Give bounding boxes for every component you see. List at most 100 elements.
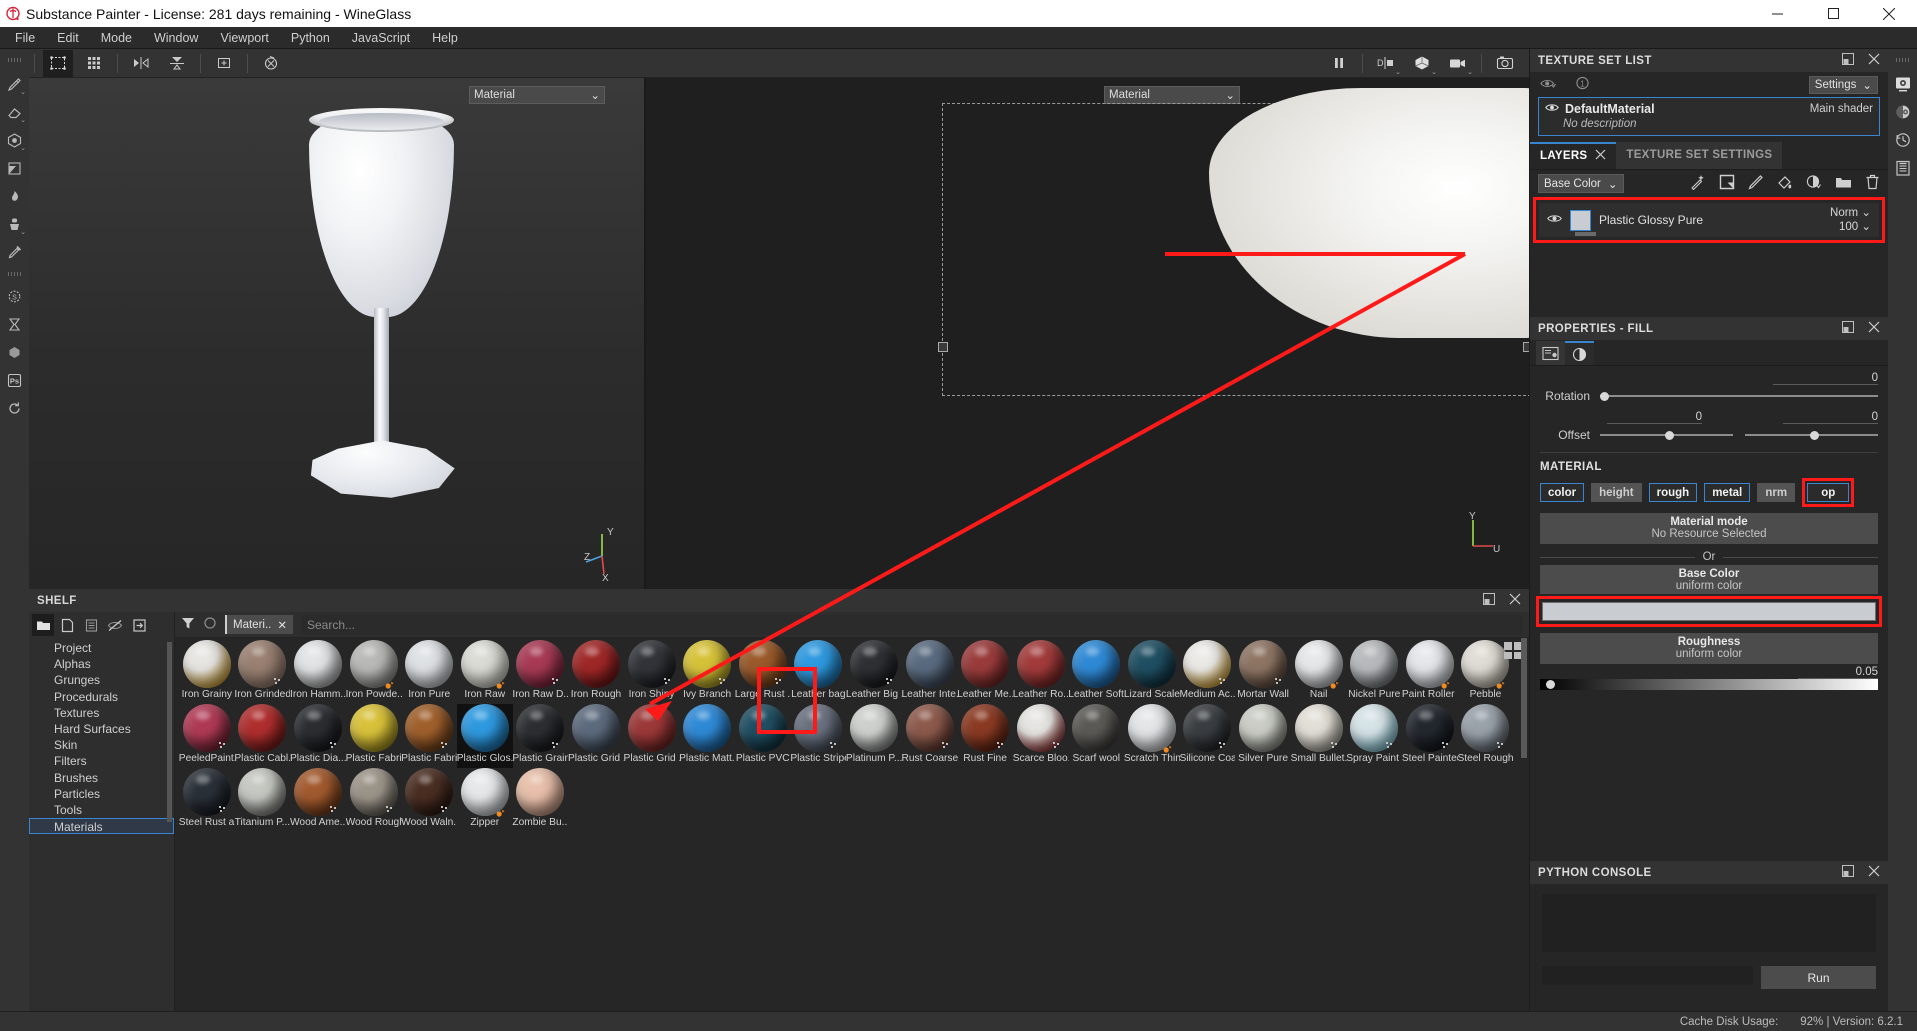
shelf-material-cell[interactable]: Wood Waln... <box>401 768 457 832</box>
shelf-material-cell[interactable]: Ivy Branch <box>679 640 735 704</box>
texture-set-item-defaultmaterial[interactable]: DefaultMaterial Main shader No descripti… <box>1538 97 1880 136</box>
texture-set-list-float-icon[interactable] <box>1842 53 1854 68</box>
shelf-category-hard-surfaces[interactable]: Hard Surfaces <box>29 721 174 737</box>
screenshot-icon[interactable] <box>1490 50 1520 77</box>
shelf-material-cell[interactable]: Medium Ac... <box>1179 640 1235 704</box>
maximize-button[interactable] <box>1805 0 1861 27</box>
uv-grid-icon[interactable] <box>79 50 109 77</box>
properties-tab[interactable] <box>1536 341 1565 365</box>
add-paint-layer-icon[interactable] <box>1748 174 1764 193</box>
shelf-material-cell[interactable]: Iron Pure <box>401 640 457 704</box>
tab-layers-close-icon[interactable] <box>1595 149 1606 163</box>
pause-engine-icon[interactable] <box>1324 50 1354 77</box>
shelf-material-cell[interactable]: PeeledPaint... <box>179 704 235 768</box>
shelf-material-cell[interactable]: Iron Raw <box>457 640 513 704</box>
hide-resource-icon[interactable] <box>104 614 126 636</box>
shelf-material-cell[interactable]: Scarf wool <box>1069 704 1125 768</box>
shelf-category-skin[interactable]: Skin <box>29 737 174 753</box>
texture-set-settings-button[interactable]: Settings ⌄ <box>1808 75 1878 94</box>
layer-opacity[interactable]: 100 <box>1839 221 1858 233</box>
base-color-swatch[interactable] <box>1542 602 1876 621</box>
material-tab[interactable] <box>1565 341 1594 365</box>
shelf-material-cell[interactable]: Platinum P... <box>846 704 902 768</box>
shelf-material-cell[interactable]: Scratch Thin <box>1124 704 1180 768</box>
shelf-category-scrollbar[interactable] <box>167 642 172 822</box>
shelf-material-cell[interactable]: Leather Soft... <box>1068 640 1124 704</box>
shelf-material-cell[interactable]: Leather bag <box>791 640 847 704</box>
shelf-active-filter-chip[interactable]: Materi.. ✕ <box>225 615 293 634</box>
shelf-material-cell[interactable]: Iron Hamm... <box>290 640 346 704</box>
python-run-button[interactable]: Run <box>1761 966 1876 989</box>
uv-handle-bottom-left[interactable] <box>938 342 948 352</box>
channel-nrm-button[interactable]: nrm <box>1757 483 1796 502</box>
uv-handle-bottom-right[interactable] <box>1523 342 1529 352</box>
shelf-material-cell[interactable]: Nail <box>1291 640 1347 704</box>
shelf-material-cell[interactable]: Zombie Bu... <box>512 768 568 832</box>
refresh-icon[interactable] <box>1 394 28 422</box>
smudge-tool[interactable] <box>1 182 28 210</box>
shading-mode-icon[interactable]: ⌄ <box>1407 50 1437 77</box>
shelf-material-cell[interactable]: Plastic Dia... <box>290 704 346 768</box>
viewport-3d[interactable]: Material ⌄ Y Z X <box>29 78 644 589</box>
photoshop-link-icon[interactable]: Ps <box>1 366 28 394</box>
save-resource-icon[interactable] <box>80 614 102 636</box>
shelf-material-cell[interactable]: Plastic Glos... <box>457 704 513 768</box>
paint-brush-tool[interactable]: ⌄ <box>1 70 28 98</box>
menu-edit[interactable]: Edit <box>46 29 90 47</box>
shelf-material-cell[interactable]: Leather Inte... <box>902 640 958 704</box>
display-channels-icon[interactable]: D ⌄ <box>1371 50 1401 77</box>
offset-v-slider[interactable] <box>1745 428 1878 442</box>
python-console-input[interactable] <box>1542 966 1753 985</box>
mirror-plane-icon[interactable] <box>162 50 192 77</box>
shelf-category-grunges[interactable]: Grunges <box>29 672 174 688</box>
projection-tool[interactable]: ⌄ <box>1 126 28 154</box>
shelf-material-cell[interactable]: Leather Me... <box>957 640 1013 704</box>
minimize-button[interactable] <box>1749 0 1805 27</box>
shelf-category-filters[interactable]: Filters <box>29 753 174 769</box>
shelf-material-cell[interactable]: Wood Rough <box>346 768 402 832</box>
tab-layers[interactable]: LAYERS <box>1530 142 1617 169</box>
shelf-category-procedurals[interactable]: Procedurals <box>29 689 174 705</box>
add-folder-icon[interactable] <box>1835 175 1852 192</box>
roughness-gradient-slider[interactable] <box>1540 679 1878 690</box>
log-icon[interactable] <box>1889 154 1916 182</box>
shelf-material-cell[interactable]: Large Rust ... <box>735 640 791 704</box>
polygon-fill-tool[interactable] <box>1 154 28 182</box>
rotation-slider[interactable] <box>1600 389 1878 403</box>
shelf-material-cell[interactable]: Titanium P... <box>235 768 291 832</box>
shelf-material-cell[interactable]: Leather Big ... <box>846 640 902 704</box>
add-pivot-icon[interactable] <box>209 50 239 77</box>
properties-float-icon[interactable] <box>1842 321 1854 336</box>
menu-mode[interactable]: Mode <box>90 29 143 47</box>
shelf-material-cell[interactable]: Iron Shiny <box>624 640 680 704</box>
delete-layer-icon[interactable] <box>1865 174 1880 193</box>
menu-viewport[interactable]: Viewport <box>209 29 279 47</box>
reset-rotation-icon[interactable] <box>256 50 286 77</box>
roughness-button[interactable]: Roughness uniform color <box>1540 633 1878 664</box>
single-view-icon[interactable]: 1 <box>1575 76 1590 93</box>
viewport-3d-material-dropdown[interactable]: Material ⌄ <box>469 86 605 104</box>
shelf-material-cell[interactable]: Nickel Pure <box>1346 640 1402 704</box>
chip-close-icon[interactable]: ✕ <box>277 618 287 632</box>
shelf-material-cell[interactable]: Rust Fine <box>957 704 1013 768</box>
baking-hourglass-icon[interactable] <box>1 310 28 338</box>
shelf-material-cell[interactable]: Plastic PVC <box>735 704 791 768</box>
python-console-float-icon[interactable] <box>1842 865 1854 880</box>
shelf-material-cell[interactable]: Iron Grinded <box>234 640 290 704</box>
shelf-material-cell[interactable]: Mortar Wall <box>1235 640 1291 704</box>
menu-python[interactable]: Python <box>280 29 341 47</box>
history-icon[interactable] <box>1889 126 1916 154</box>
shelf-view-toggle-icon[interactable] <box>1504 642 1521 659</box>
offset-u-slider[interactable] <box>1600 428 1733 442</box>
shelf-material-cell[interactable]: Lizard Scales <box>1124 640 1180 704</box>
shelf-material-cell[interactable]: Small Bullet... <box>1291 704 1347 768</box>
add-smart-mask-icon[interactable] <box>1806 174 1822 193</box>
substance-engine-icon[interactable]: S <box>1 282 28 310</box>
shelf-material-cell[interactable]: Plastic Fabri... <box>346 704 402 768</box>
shelf-material-cell[interactable]: Zipper <box>457 768 513 832</box>
layer-blend-mode[interactable]: Norm <box>1830 207 1858 219</box>
shelf-category-brushes[interactable]: Brushes <box>29 770 174 786</box>
shelf-material-cell[interactable]: Plastic Grid ... <box>624 704 680 768</box>
display-settings-icon[interactable] <box>1889 70 1916 98</box>
shelf-category-textures[interactable]: Textures <box>29 705 174 721</box>
